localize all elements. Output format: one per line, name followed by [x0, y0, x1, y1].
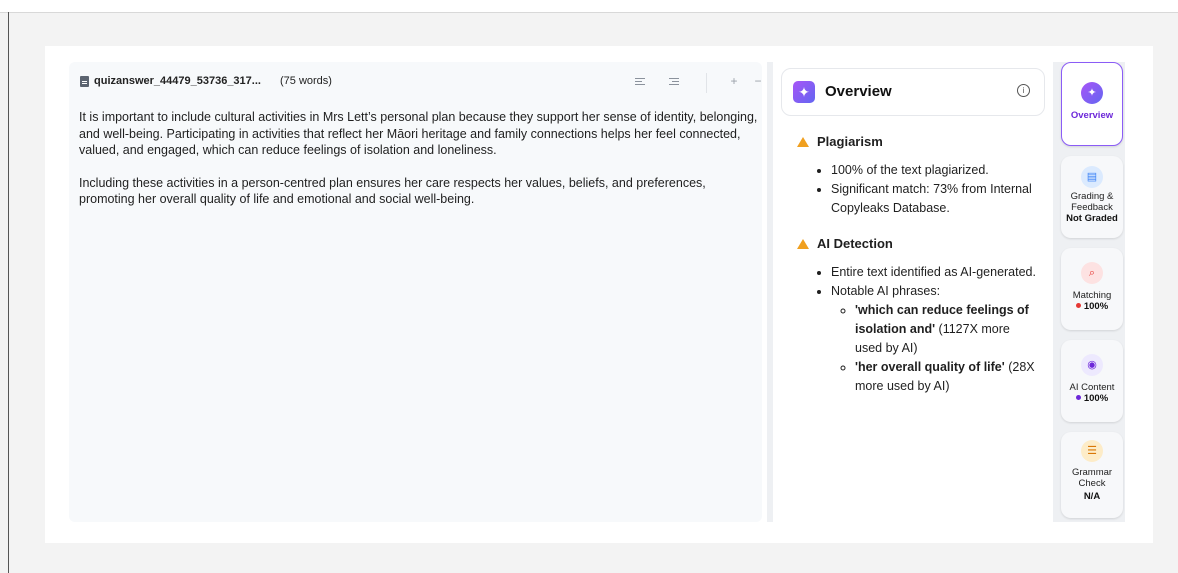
window-edge — [8, 12, 9, 573]
rail-label: Overview — [1070, 110, 1114, 121]
ai-detection-title: AI Detection — [817, 236, 893, 251]
overview-title: Overview — [825, 83, 892, 100]
rail-tab-matching[interactable]: ⌕ Matching 100% — [1061, 248, 1123, 330]
list-item-label: Notable AI phrases: — [831, 284, 941, 298]
plagiarism-heading: Plagiarism — [797, 132, 1037, 151]
rail-value: 100% — [1061, 393, 1123, 405]
zoom-in-button[interactable]: + — [727, 74, 741, 88]
zoom-out-button[interactable]: − — [751, 74, 765, 88]
ai-detection-heading: AI Detection — [797, 234, 1037, 253]
rail-value: Not Graded — [1066, 213, 1118, 224]
document-paragraph: It is important to include cultural acti… — [79, 110, 758, 157]
document-text: It is important to include cultural acti… — [79, 109, 759, 224]
plagiarism-title: Plagiarism — [817, 134, 883, 149]
document-header: quizanswer_44479_53736_317... (75 words)… — [69, 62, 762, 98]
rail-tab-ai-content[interactable]: ◉ AI Content 100% — [1061, 340, 1123, 422]
plagiarism-list: 100% of the text plagiarized. Significan… — [797, 161, 1037, 218]
ai-detection-list: Entire text identified as AI-generated. … — [797, 263, 1037, 396]
ai-phrase: 'her overall quality of life' (28X more … — [855, 358, 1037, 396]
warning-icon — [797, 238, 809, 249]
rail-label: Matching — [1072, 290, 1112, 301]
rail-label: Grading & Feedback — [1070, 191, 1114, 213]
toolbar-divider — [706, 73, 707, 93]
list-item: 100% of the text plagiarized. — [831, 161, 1037, 180]
file-name: quizanswer_44479_53736_317... — [94, 75, 261, 87]
overview-header: ✦ Overview i — [781, 68, 1045, 116]
sparkle-icon: ✦ — [793, 81, 815, 103]
grammar-icon: ☰ — [1081, 440, 1103, 462]
rail-tab-grading[interactable]: ▤ Grading & Feedback Not Graded — [1061, 156, 1123, 238]
ai-phrase-quote: 'her overall quality of life' — [855, 360, 1005, 374]
top-bar — [0, 0, 1178, 13]
ai-content-percent: 100% — [1083, 393, 1109, 404]
document-panel: quizanswer_44479_53736_317... (75 words)… — [69, 62, 762, 522]
report-frame: quizanswer_44479_53736_317... (75 words)… — [45, 46, 1153, 543]
list-item: Significant match: 73% from Internal Cop… — [831, 180, 1037, 218]
grading-icon: ▤ — [1081, 166, 1103, 188]
side-rail: ✦ Overview ▤ Grading & Feedback Not Grad… — [1053, 62, 1125, 522]
panel-divider[interactable] — [767, 62, 773, 522]
align-right-icon[interactable] — [669, 78, 679, 87]
rail-label: AI Content — [1069, 382, 1115, 393]
overview-content: Plagiarism 100% of the text plagiarized.… — [797, 132, 1037, 412]
rail-label: Grammar Check — [1071, 467, 1113, 489]
list-item: Entire text identified as AI-generated. — [831, 263, 1037, 282]
info-icon[interactable]: i — [1017, 84, 1030, 97]
file-icon — [80, 76, 89, 87]
rail-tab-overview[interactable]: ✦ Overview — [1061, 62, 1123, 146]
warning-icon — [797, 136, 809, 147]
document-paragraph: Including these activities in a person-c… — [79, 175, 706, 207]
rail-tab-grammar[interactable]: ☰ Grammar Check N/A — [1061, 432, 1123, 518]
eye-icon: ◉ — [1081, 354, 1103, 376]
status-dot — [1075, 303, 1081, 308]
ai-phrase: 'which can reduce feelings of isolation … — [855, 301, 1037, 358]
rail-value: N/A — [1083, 491, 1101, 502]
align-left-icon[interactable] — [635, 78, 645, 87]
rail-value: 100% — [1061, 301, 1123, 313]
magnifier-icon: ⌕ — [1081, 262, 1103, 284]
matching-percent: 100% — [1083, 301, 1109, 312]
ai-phrase-list: 'which can reduce feelings of isolation … — [831, 301, 1037, 396]
sparkle-icon: ✦ — [1081, 82, 1103, 104]
list-item: Notable AI phrases: 'which can reduce fe… — [831, 282, 1037, 396]
word-count: (75 words) — [280, 75, 332, 87]
status-dot — [1075, 395, 1081, 400]
